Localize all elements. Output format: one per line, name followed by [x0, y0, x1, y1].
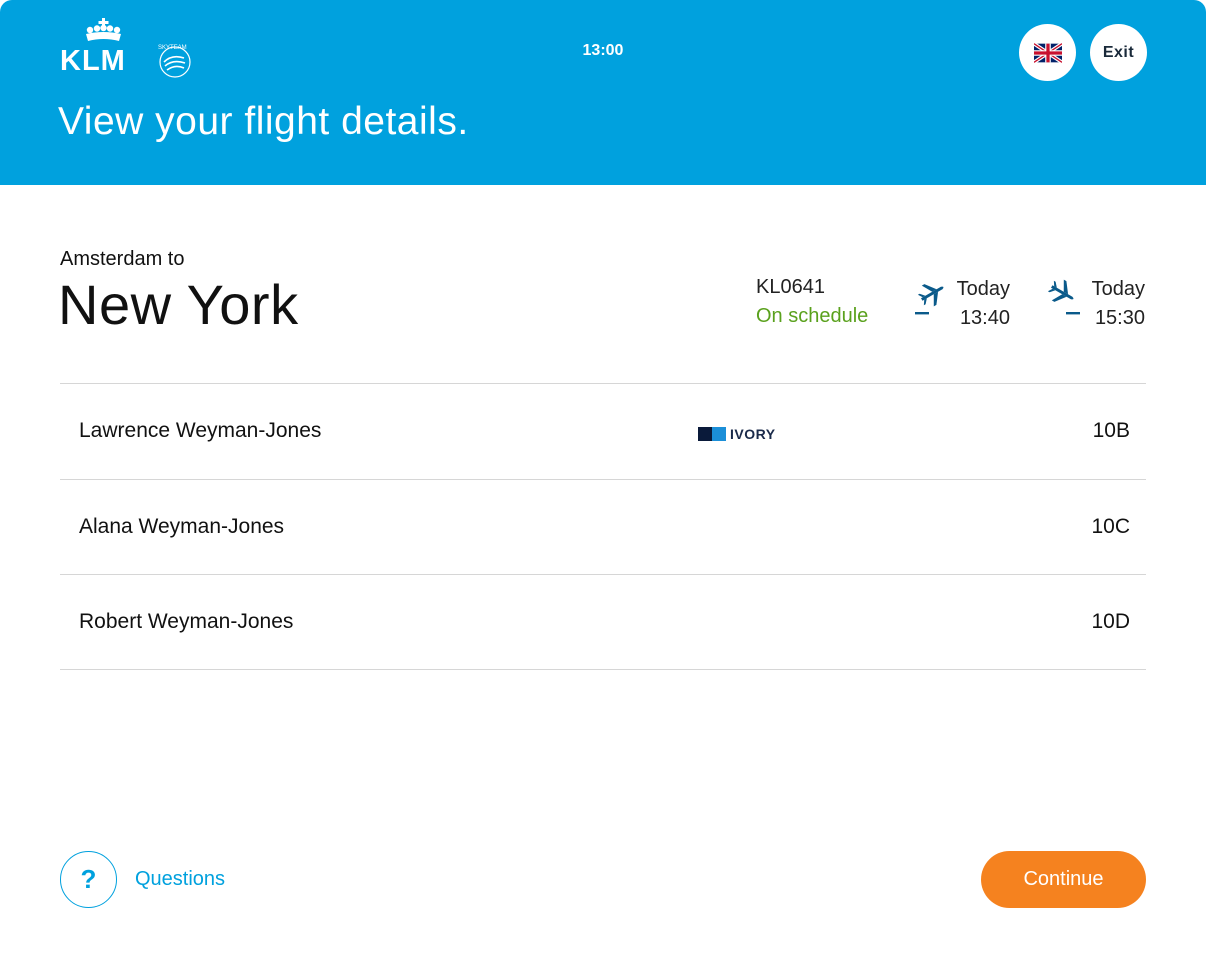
- page-title: View your flight details.: [58, 100, 469, 143]
- ivory-tier-badge: IVORY: [698, 426, 776, 442]
- continue-button[interactable]: Continue: [981, 851, 1146, 908]
- route-destination: New York: [58, 273, 299, 336]
- flight-status: On schedule: [756, 305, 869, 327]
- header-bar: KLM SKYTEAM 13:00 Exit View your flight …: [0, 0, 1206, 185]
- passenger-name: Alana Weyman-Jones: [79, 515, 285, 538]
- arrival-day: Today: [1091, 278, 1145, 300]
- passenger-row[interactable]: Lawrence Weyman-Jones IVORY 10B: [60, 384, 1146, 479]
- flight-number: KL0641: [756, 276, 825, 298]
- ivory-tier-label: IVORY: [730, 426, 776, 442]
- passenger-name: Lawrence Weyman-Jones: [79, 419, 322, 442]
- arrival-time: 15:30: [1094, 307, 1145, 329]
- language-button[interactable]: [1019, 24, 1076, 81]
- departure-time-block: Today 13:40: [940, 275, 1010, 333]
- arrival-time-block: Today 15:30: [1075, 275, 1145, 333]
- uk-flag-icon: [1033, 42, 1062, 63]
- passenger-seat: 10C: [1091, 515, 1130, 538]
- divider: [60, 669, 1146, 670]
- passenger-seat: 10D: [1091, 610, 1130, 633]
- passenger-name: Robert Weyman-Jones: [79, 610, 294, 633]
- questions-help-button[interactable]: ?: [60, 851, 117, 908]
- passenger-row[interactable]: Alana Weyman-Jones 10C: [60, 480, 1146, 575]
- questions-link[interactable]: Questions: [135, 868, 225, 891]
- departure-time: 13:40: [959, 307, 1010, 329]
- kiosk-screen: KLM SKYTEAM 13:00 Exit View your flight …: [0, 0, 1206, 965]
- passenger-row[interactable]: Robert Weyman-Jones 10D: [60, 575, 1146, 670]
- departure-day: Today: [956, 278, 1010, 300]
- route-origin: Amsterdam to: [60, 248, 185, 270]
- exit-button[interactable]: Exit: [1090, 24, 1147, 81]
- ivory-badge-dark-square: [698, 427, 712, 441]
- ivory-badge-blue-square: [712, 427, 726, 441]
- passenger-seat: 10B: [1092, 419, 1130, 442]
